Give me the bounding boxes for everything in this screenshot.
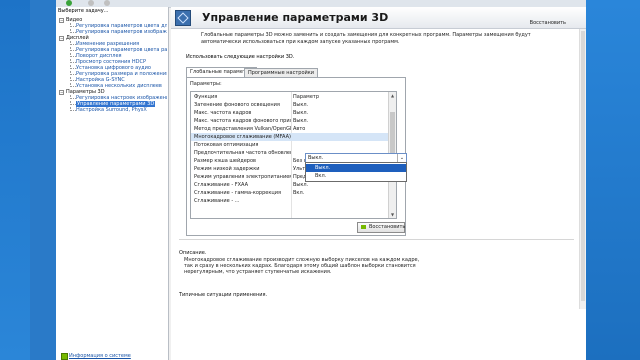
task-tree: −ВидеоРегулировка параметров цвета для в…: [57, 17, 167, 113]
feature-cell: Режим управления электропитанием: [194, 174, 291, 180]
feature-cell: Сглаживание - гамма-коррекция: [194, 190, 282, 196]
tab-content: Параметры: Функция Параметр Затенение фоно…: [186, 77, 407, 236]
grid-row[interactable]: Затенение фонового освещения Выкл.: [191, 101, 388, 109]
value-cell: Вкл.: [293, 190, 305, 196]
feature-cell: Сглаживание - FXAA: [194, 182, 249, 188]
task-sidebar: Выберите задачу... − Видео Регулировка пар…: [56, 7, 169, 360]
info-icon: [61, 353, 68, 360]
settings-panel: Глобальные параметры Программные настрой…: [186, 67, 407, 236]
feature-cell: Сглаживание - ...: [194, 198, 240, 204]
sidebar-item-label: Настройка Surround, PhysX: [76, 107, 147, 113]
main-scrollbar[interactable]: [579, 29, 586, 309]
desktop-right: [585, 0, 640, 360]
grid-row[interactable]: Сглаживание - ...: [191, 197, 388, 205]
grid-row[interactable]: Макс. частота кадров Выкл.: [191, 109, 388, 117]
grid-row[interactable]: Сглаживание - гамма-коррекция Вкл.: [191, 189, 388, 197]
value-cell: Параметр: [293, 94, 319, 100]
value-cell: Авто: [293, 126, 306, 132]
main-panel: Управление параметрами 3D Восстановить Г…: [171, 7, 586, 360]
params-label: Параметры:: [190, 81, 222, 87]
typical-usage-label: Типичные ситуации применения.: [179, 292, 268, 298]
feature-cell: Метод представления Vulkan/OpenGL: [194, 126, 291, 132]
value-cell: Выкл.: [293, 118, 309, 124]
feature-cell: Режим низкой задержки: [194, 166, 260, 172]
forward-icon[interactable]: [88, 0, 94, 6]
grid-row[interactable]: Сглаживание - FXAA Выкл.: [191, 181, 388, 189]
page-title: Управление параметрами 3D: [202, 11, 389, 24]
feature-cell: Макс. частота кадров: [194, 110, 252, 116]
feature-cell: Размер кэша шейдеров: [194, 158, 256, 164]
value-cell: Выкл.: [293, 102, 309, 108]
nvidia-control-panel-window: Выберите задачу... − Видео Регулировка пар…: [56, 0, 586, 360]
grid-row[interactable]: Многокадровое сглаживание (MFAA): [191, 133, 388, 141]
main-scroll-thumb[interactable]: [581, 31, 585, 301]
scroll-down-icon[interactable]: ▼: [390, 212, 395, 217]
tab-program-settings[interactable]: Программные настройки: [244, 68, 319, 77]
feature-cell: Затенение фонового освещения: [194, 102, 280, 108]
nvidia-icon: [361, 225, 366, 229]
feature-cell: Предпочтительная частота обновлени...: [194, 150, 291, 156]
home-icon[interactable]: [104, 0, 110, 6]
feature-cell: Функция: [194, 94, 218, 100]
grid-row[interactable]: Макс. частота кадров фонового прило... Вы…: [191, 117, 388, 125]
option-on[interactable]: Вкл.: [306, 172, 406, 180]
mfaa-options-list: Выкл. Вкл.: [305, 162, 407, 182]
3d-settings-icon: [175, 10, 191, 26]
divider: [179, 239, 574, 240]
back-icon[interactable]: [66, 0, 72, 6]
restore-defaults-link[interactable]: Восстановить: [530, 20, 566, 26]
grid-row[interactable]: Потоковая оптимизация: [191, 141, 388, 149]
description-text: Многокадровое сглаживание производит сло…: [184, 257, 420, 275]
feature-cell: Потоковая оптимизация: [194, 142, 259, 148]
sidebar-item[interactable]: Настройка Surround, PhysX: [57, 107, 167, 113]
feature-cell: Многокадровое сглаживание (MFAA): [194, 134, 291, 140]
chevron-down-icon[interactable]: ⌄: [397, 154, 406, 162]
grid-row[interactable]: Метод представления Vulkan/OpenGL Авто: [191, 125, 388, 133]
desktop-left: [0, 0, 30, 360]
scroll-up-icon[interactable]: ▲: [390, 93, 395, 98]
option-off[interactable]: Выкл.: [306, 164, 406, 172]
value-cell: Выкл.: [293, 182, 309, 188]
restore-button[interactable]: Восстановить: [357, 222, 405, 233]
use-settings-label: Использовать следующие настройки 3D.: [186, 54, 295, 60]
page-description: Глобальные параметры 3D можно заменить и…: [201, 32, 531, 45]
sidebar-title: Выберите задачу...: [58, 8, 109, 14]
description-label: Описание.: [179, 250, 207, 256]
page-header: Управление параметрами 3D Восстановить: [171, 7, 586, 29]
feature-cell: Макс. частота кадров фонового прило...: [194, 118, 291, 124]
grid-header: Функция Параметр: [191, 93, 388, 101]
value-cell: Выкл.: [293, 110, 309, 116]
